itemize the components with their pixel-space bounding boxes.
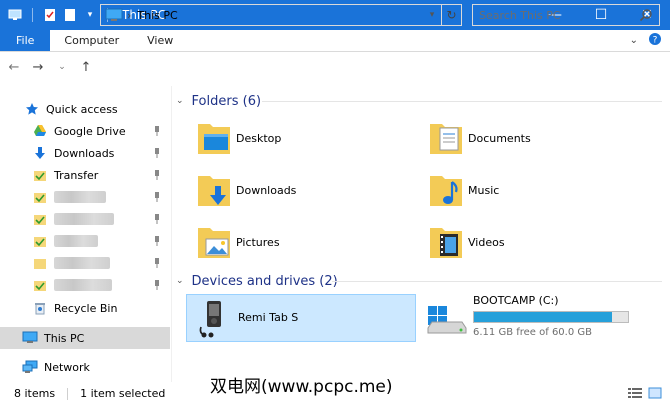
- breadcrumb-chevron-icon[interactable]: ›: [127, 9, 131, 22]
- folder-icon: [32, 255, 48, 271]
- folder-desktop[interactable]: Desktop: [196, 114, 281, 162]
- tab-computer[interactable]: Computer: [50, 30, 133, 51]
- breadcrumb-this-pc[interactable]: This PC: [137, 9, 177, 22]
- folder-pictures[interactable]: Pictures: [196, 218, 280, 266]
- sidebar-item-quick-access[interactable]: Quick access: [0, 98, 170, 120]
- folder-check-icon: [32, 189, 48, 205]
- new-folder-icon[interactable]: [63, 8, 77, 22]
- drive-bootcamp-c[interactable]: BOOTCAMP (C:) 6.11 GB free of 60.0 GB: [422, 292, 662, 340]
- pin-icon[interactable]: [152, 169, 162, 181]
- sidebar-item-redacted[interactable]: [0, 230, 170, 252]
- drive-usage-fill: [474, 312, 613, 322]
- drive-usage-bar: [473, 311, 629, 323]
- google-drive-icon: [32, 123, 48, 139]
- folder-check-icon: [32, 167, 48, 183]
- folder-videos[interactable]: Videos: [428, 218, 505, 266]
- folder-downloads[interactable]: Downloads: [196, 166, 296, 214]
- svg-text:?: ?: [653, 36, 658, 46]
- blurred-label: [54, 191, 106, 203]
- tab-file[interactable]: File: [0, 30, 51, 51]
- back-arrow-icon[interactable]: ←: [6, 59, 22, 75]
- tab-view[interactable]: View: [133, 30, 187, 51]
- customize-toolbar-icon[interactable]: ▾: [83, 8, 97, 22]
- forward-arrow-icon[interactable]: →: [30, 59, 46, 75]
- drive-free-space: 6.11 GB free of 60.0 GB: [473, 327, 592, 338]
- blurred-label: [54, 213, 114, 225]
- drive-label: BOOTCAMP (C:): [473, 294, 559, 307]
- sidebar-item-downloads[interactable]: Downloads: [0, 142, 170, 164]
- navigation-pane: Quick access Google Drive Downloads Tran…: [0, 86, 172, 382]
- quick-access-toolbar: ▾: [0, 8, 112, 22]
- download-arrow-icon: [32, 145, 48, 161]
- downloads-folder-icon: [196, 170, 232, 210]
- recycle-bin-icon: [32, 300, 48, 316]
- group-header-devices[interactable]: ⌄ Devices and drives (2): [176, 272, 338, 290]
- computer-icon: [22, 330, 38, 346]
- pin-icon[interactable]: [152, 213, 162, 225]
- address-dropdown-icon[interactable]: ▾: [423, 10, 441, 20]
- search-input[interactable]: [479, 8, 629, 22]
- pin-icon[interactable]: [152, 147, 162, 159]
- search-box[interactable]: [472, 4, 660, 26]
- sidebar-item-network[interactable]: Network: [0, 356, 170, 378]
- blurred-label: [54, 257, 110, 269]
- properties-icon[interactable]: [43, 8, 57, 22]
- pictures-folder-icon: [196, 222, 232, 262]
- folder-check-icon: [32, 233, 48, 249]
- pin-icon[interactable]: [152, 125, 162, 137]
- videos-folder-icon: [428, 222, 464, 262]
- device-remi-tab-s[interactable]: Remi Tab S: [186, 294, 416, 342]
- sidebar-item-recycle-bin[interactable]: Recycle Bin: [0, 297, 170, 319]
- up-arrow-icon[interactable]: ↑: [78, 59, 94, 75]
- search-icon[interactable]: [639, 8, 653, 22]
- media-player-icon: [195, 299, 229, 342]
- folder-documents[interactable]: Documents: [428, 114, 531, 162]
- this-pc-icon[interactable]: [8, 8, 22, 22]
- status-bar: 8 items 1 item selected: [0, 382, 670, 405]
- navigation-bar: ← → ⌄ ↑: [0, 52, 670, 82]
- computer-icon: [105, 8, 123, 22]
- details-view-icon[interactable]: [628, 387, 642, 399]
- group-header-folders[interactable]: ⌄ Folders (6): [176, 92, 261, 110]
- selection-count: 1 item selected: [80, 387, 166, 400]
- ribbon-tabs: File Computer View ⌄ ?: [0, 30, 670, 52]
- help-icon[interactable]: ?: [648, 32, 662, 49]
- folder-check-icon: [32, 211, 48, 227]
- expand-ribbon-icon[interactable]: ⌄: [630, 35, 638, 46]
- collapse-caret-icon[interactable]: ⌄: [176, 96, 184, 106]
- folder-music[interactable]: Music: [428, 166, 499, 214]
- sidebar-item-google-drive[interactable]: Google Drive: [0, 120, 170, 142]
- item-count: 8 items: [14, 387, 56, 400]
- documents-folder-icon: [428, 118, 464, 158]
- windows-drive-icon: [424, 300, 468, 337]
- sidebar-item-redacted[interactable]: [0, 252, 170, 274]
- pin-icon[interactable]: [152, 279, 162, 291]
- sidebar-item-redacted[interactable]: [0, 208, 170, 230]
- collapse-caret-icon[interactable]: ⌄: [176, 276, 184, 286]
- star-icon: [24, 101, 40, 117]
- desktop-folder-icon: [196, 118, 232, 158]
- sidebar-item-redacted[interactable]: [0, 274, 170, 296]
- pin-icon[interactable]: [152, 257, 162, 269]
- recent-locations-icon[interactable]: ⌄: [54, 59, 70, 75]
- address-bar[interactable]: › This PC ▾ ↻: [100, 4, 462, 26]
- large-icons-view-icon[interactable]: [648, 387, 662, 399]
- content-pane: ⌄ Folders (6) Desktop Documents Download…: [172, 86, 670, 382]
- sidebar-item-transfer[interactable]: Transfer: [0, 164, 170, 186]
- pin-icon[interactable]: [152, 235, 162, 247]
- pin-icon[interactable]: [152, 191, 162, 203]
- blurred-label: [54, 235, 98, 247]
- blurred-label: [54, 279, 112, 291]
- folder-check-icon: [32, 277, 48, 293]
- refresh-icon[interactable]: ↻: [441, 5, 461, 25]
- sidebar-item-redacted[interactable]: [0, 186, 170, 208]
- network-icon: [22, 359, 38, 375]
- sidebar-item-this-pc[interactable]: This PC: [0, 327, 170, 349]
- music-folder-icon: [428, 170, 464, 210]
